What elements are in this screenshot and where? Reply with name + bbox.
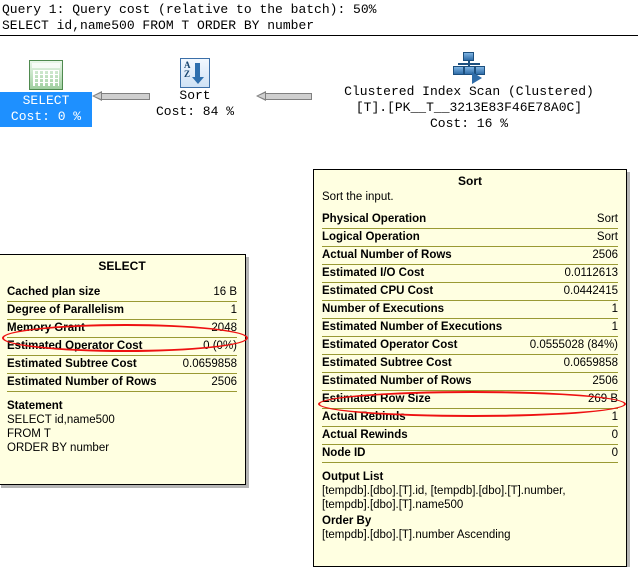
property-value: 1 xyxy=(520,408,618,427)
table-row: Estimated Operator Cost 0 (0%) xyxy=(7,337,237,356)
tooltip-select-properties: Cached plan size 16 B Degree of Parallel… xyxy=(7,284,237,392)
property-value: 269 B xyxy=(520,390,618,409)
statement-line-3: ORDER BY number xyxy=(7,442,110,454)
property-value: 0 xyxy=(520,444,618,463)
table-row: Estimated Row Size 269 B xyxy=(322,390,618,409)
property-key: Degree of Parallelism xyxy=(7,301,176,320)
table-row: Degree of Parallelism 1 xyxy=(7,301,237,320)
property-key: Actual Rebinds xyxy=(322,408,521,427)
query-cost-line: Query 1: Query cost (relative to the bat… xyxy=(2,2,377,17)
table-row: Estimated CPU Cost 0.0442415 xyxy=(322,282,618,301)
property-value: 2506 xyxy=(520,372,618,391)
query-text-line: SELECT id,name500 FROM T ORDER BY number xyxy=(2,18,315,33)
table-row: Actual Rebinds 1 xyxy=(322,408,618,427)
scan-node-object: [T].[PK__T__3213E83F46E78A0C] xyxy=(355,100,583,115)
table-row: Memory Grant 2048 xyxy=(7,319,237,338)
property-key: Memory Grant xyxy=(7,319,176,338)
property-key: Estimated CPU Cost xyxy=(322,282,521,301)
select-node-label: SELECT xyxy=(22,93,70,108)
property-key: Estimated Number of Rows xyxy=(7,373,176,392)
statement-line-1: SELECT id,name500 xyxy=(7,414,115,426)
tooltip-sort-description: Sort the input. xyxy=(322,191,394,203)
table-row: Estimated Operator Cost 0.0555028 (84%) xyxy=(322,336,618,355)
select-node-selection-highlight[interactable]: SELECT Cost: 0 % xyxy=(0,92,92,127)
select-result-icon xyxy=(0,54,92,90)
table-row: Estimated Subtree Cost 0.0659858 xyxy=(7,355,237,374)
tooltip-select-statement: Statement SELECT id,name500 FROM T ORDER… xyxy=(0,392,245,455)
scan-node-cost: Cost: 16 % xyxy=(429,116,508,131)
property-key: Estimated Operator Cost xyxy=(322,336,521,355)
property-key: Number of Executions xyxy=(322,300,521,319)
query-header: Query 1: Query cost (relative to the bat… xyxy=(0,0,638,36)
statement-line-2: FROM T xyxy=(7,428,51,440)
property-value: 2506 xyxy=(175,373,237,392)
table-row: Logical Operation Sort xyxy=(322,228,618,247)
clustered-index-scan-icon xyxy=(300,40,638,84)
sort-node-cost: Cost: 84 % xyxy=(155,104,234,119)
property-key: Estimated Operator Cost xyxy=(7,337,176,356)
property-value: 1 xyxy=(520,318,618,337)
plan-node-clustered-index-scan[interactable]: Clustered Index Scan (Clustered) [T].[PK… xyxy=(300,40,638,132)
property-value: 16 B xyxy=(175,284,237,302)
table-row: Estimated Subtree Cost 0.0659858 xyxy=(322,354,618,373)
property-key: Actual Number of Rows xyxy=(322,246,521,265)
property-key: Estimated Subtree Cost xyxy=(7,355,176,374)
property-value: 0.0442415 xyxy=(520,282,618,301)
table-row: Estimated I/O Cost 0.0112613 xyxy=(322,264,618,283)
plan-node-select[interactable]: SELECT Cost: 0 % xyxy=(0,54,92,127)
property-key: Estimated Subtree Cost xyxy=(322,354,521,373)
tooltip-select: SELECT Cached plan size 16 B Degree of P… xyxy=(0,254,246,485)
property-key: Estimated Number of Rows xyxy=(322,372,521,391)
property-key: Cached plan size xyxy=(7,284,176,302)
property-value: 2506 xyxy=(520,246,618,265)
table-row: Cached plan size 16 B xyxy=(7,284,237,302)
table-row: Estimated Number of Executions 1 xyxy=(322,318,618,337)
property-value: 2048 xyxy=(175,319,237,338)
tooltip-sort-order-by: Order By [tempdb].[dbo].[T].number Ascen… xyxy=(314,512,626,542)
output-list-line-1: [tempdb].[dbo].[T].id, [tempdb].[dbo].[T… xyxy=(322,485,566,497)
order-by-line-1: [tempdb].[dbo].[T].number Ascending xyxy=(322,529,511,541)
tooltip-sort-output-list: Output List [tempdb].[dbo].[T].id, [temp… xyxy=(314,463,626,512)
property-value: 1 xyxy=(175,301,237,320)
sort-node-label: Sort xyxy=(179,88,211,103)
property-value: 0 (0%) xyxy=(175,337,237,356)
tooltip-sort-title: Sort xyxy=(458,174,482,188)
property-value: Sort xyxy=(520,228,618,247)
property-value: Sort xyxy=(520,211,618,229)
table-row: Actual Number of Rows 2506 xyxy=(322,246,618,265)
tooltip-select-title: SELECT xyxy=(98,259,146,273)
table-row: Estimated Number of Rows 2506 xyxy=(7,373,237,392)
sort-az-icon: AZ xyxy=(140,46,250,88)
table-row: Number of Executions 1 xyxy=(322,300,618,319)
statement-heading: Statement xyxy=(7,400,63,412)
property-value: 0.0555028 (84%) xyxy=(520,336,618,355)
property-value: 0.0659858 xyxy=(175,355,237,374)
property-key: Estimated Row Size xyxy=(322,390,521,409)
scan-node-label: Clustered Index Scan (Clustered) xyxy=(344,84,594,99)
tooltip-sort: Sort Sort the input. Physical Operation … xyxy=(313,169,627,567)
table-row: Actual Rewinds 0 xyxy=(322,426,618,445)
output-list-heading: Output List xyxy=(322,471,384,483)
tooltip-sort-properties: Physical Operation Sort Logical Operatio… xyxy=(322,211,618,463)
select-node-cost: Cost: 0 % xyxy=(10,109,82,124)
execution-plan-canvas[interactable]: SELECT Cost: 0 % AZ Sort Cost: 84 % Clus… xyxy=(0,36,638,567)
plan-node-sort[interactable]: AZ Sort Cost: 84 % xyxy=(140,46,250,120)
table-row: Physical Operation Sort xyxy=(322,211,618,229)
property-key: Physical Operation xyxy=(322,211,521,229)
property-value: 0 xyxy=(520,426,618,445)
order-by-heading: Order By xyxy=(322,515,372,527)
output-list-line-2: [tempdb].[dbo].[T].name500 xyxy=(322,499,464,511)
property-key: Node ID xyxy=(322,444,521,463)
table-row: Node ID 0 xyxy=(322,444,618,463)
property-key: Estimated Number of Executions xyxy=(322,318,521,337)
property-value: 0.0659858 xyxy=(520,354,618,373)
property-value: 0.0112613 xyxy=(520,264,618,283)
property-key: Estimated I/O Cost xyxy=(322,264,521,283)
property-key: Logical Operation xyxy=(322,228,521,247)
property-value: 1 xyxy=(520,300,618,319)
table-row: Estimated Number of Rows 2506 xyxy=(322,372,618,391)
property-key: Actual Rewinds xyxy=(322,426,521,445)
